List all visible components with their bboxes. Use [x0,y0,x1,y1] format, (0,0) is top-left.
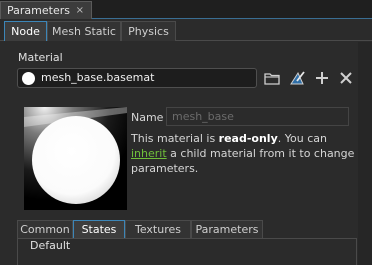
tab-common[interactable]: Common [17,220,73,239]
tab-textures[interactable]: Textures [125,220,191,239]
read-only-notice: This material is read-only. You can inhe… [131,131,356,176]
add-icon[interactable] [314,70,330,86]
scroll-gutter [358,42,372,265]
tab-label: Physics [128,25,169,38]
tab-label: States [81,223,117,236]
inherit-link[interactable]: inherit [131,147,167,160]
material-tab-bar: Common States Textures Parameters [17,220,357,239]
material-section-label: Material [18,51,63,64]
tab-label: Node [11,25,40,38]
folder-icon[interactable] [264,70,280,86]
window-tab-bar: Parameters × [0,0,372,19]
tab-states[interactable]: States [73,220,125,239]
tab-label: Textures [135,223,181,236]
material-value: mesh_base.basemat [41,71,155,84]
tab-label: Common [20,223,70,236]
tab-label: Mesh Static [52,25,116,38]
material-preview [24,107,127,210]
window-tab-parameters[interactable]: Parameters × [0,1,92,19]
tab-physics[interactable]: Physics [121,21,176,41]
clear-icon[interactable] [338,70,354,86]
material-sphere-icon [22,72,35,85]
notice-prefix: This material is [131,132,219,145]
name-label: Name [131,111,164,124]
notice-mid: . You can [277,132,327,145]
edit-material-icon[interactable] [289,70,305,86]
tab-mesh-static[interactable]: Mesh Static [47,21,121,41]
name-field[interactable]: mesh_base [166,107,349,126]
node-tab-bar: Node Mesh Static Physics [0,21,372,41]
tab-label: Parameters [195,223,259,236]
tab-node[interactable]: Node [4,21,47,41]
material-field[interactable]: mesh_base.basemat [17,68,257,88]
close-icon[interactable]: × [76,2,84,19]
window-tab-label: Parameters [7,4,70,17]
tab-parameters[interactable]: Parameters [191,220,263,239]
notice-read-only: read-only [218,132,278,145]
group-title: Default [30,239,71,252]
